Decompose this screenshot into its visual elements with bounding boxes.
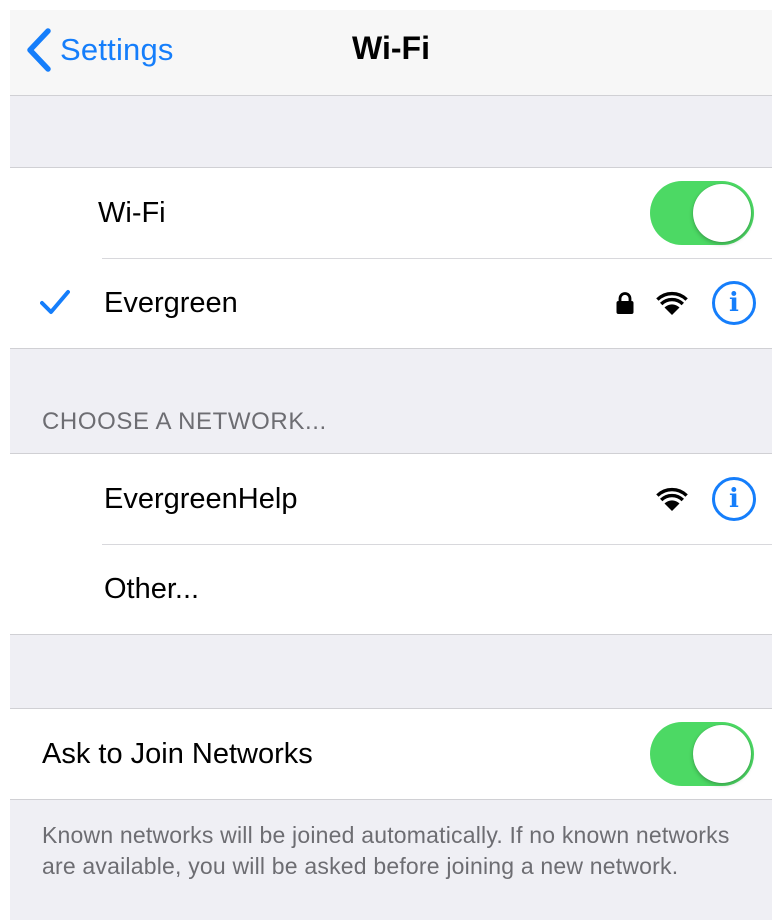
toggle-knob bbox=[693, 725, 751, 783]
connected-network-row[interactable]: Evergreen i bbox=[10, 258, 772, 348]
navigation-bar: Settings Wi-Fi bbox=[10, 10, 772, 96]
network-name: EvergreenHelp bbox=[104, 482, 298, 515]
network-row[interactable]: EvergreenHelp i bbox=[10, 454, 772, 544]
ask-to-join-row: Ask to Join Networks bbox=[10, 709, 772, 799]
ask-to-join-toggle-switch[interactable] bbox=[650, 722, 754, 786]
connected-network-name: Evergreen bbox=[104, 286, 238, 319]
checkmark-icon bbox=[40, 290, 70, 314]
wifi-signal-icon bbox=[656, 291, 688, 315]
ask-to-join-group: Ask to Join Networks bbox=[10, 708, 772, 800]
wifi-toggle-label: Wi-Fi bbox=[98, 196, 166, 229]
wifi-group: Wi-Fi Evergreen i bbox=[10, 167, 772, 349]
wifi-toggle-row: Wi-Fi bbox=[10, 168, 772, 258]
networks-group: EvergreenHelp i Other... bbox=[10, 453, 772, 635]
choose-network-header: CHOOSE A NETWORK... bbox=[42, 408, 327, 435]
ask-to-join-label: Ask to Join Networks bbox=[42, 737, 313, 770]
info-icon[interactable]: i bbox=[712, 281, 756, 325]
ask-to-join-footer: Known networks will be joined automatica… bbox=[42, 822, 730, 879]
other-network-row[interactable]: Other... bbox=[10, 544, 772, 634]
other-network-label: Other... bbox=[104, 572, 200, 605]
wifi-toggle-switch[interactable] bbox=[650, 181, 754, 245]
toggle-knob bbox=[693, 184, 751, 242]
page-title: Wi-Fi bbox=[352, 30, 430, 66]
wifi-settings-screen: Settings Wi-Fi Wi-Fi Evergreen i CHOOSE … bbox=[10, 10, 772, 920]
wifi-signal-icon bbox=[656, 487, 688, 511]
lock-icon bbox=[616, 292, 634, 314]
info-icon[interactable]: i bbox=[712, 477, 756, 521]
